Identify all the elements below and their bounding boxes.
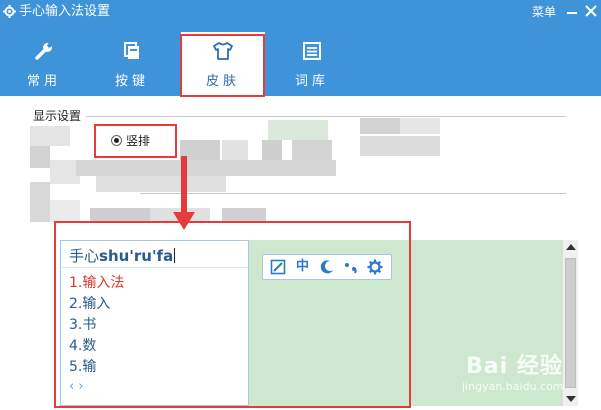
section-divider [140, 193, 566, 194]
minimize-icon[interactable] [566, 5, 578, 17]
menu-button[interactable]: 菜单 [532, 5, 556, 19]
watermark-logo-text: Bai 经验 [466, 354, 563, 379]
close-icon[interactable] [585, 5, 597, 17]
radio-highlight-annotation [94, 124, 177, 158]
watermark-url: jingyan.baidu.com [462, 380, 564, 393]
tab-label: 按键 [114, 74, 149, 89]
tab-label: 常用 [26, 74, 61, 89]
display-settings-label: 显示设置 [33, 109, 82, 123]
window-title: 手心输入法设置 [19, 4, 111, 19]
wrench-icon [35, 43, 52, 60]
tab-dictionary[interactable]: 词库 [270, 32, 354, 96]
tab-common[interactable]: 常用 [2, 32, 86, 96]
settings-window: 手心输入法设置 菜单 常用 按键 皮肤 词库 显示设置 竖排 手心shu'ru'… [0, 0, 601, 410]
group-divider [86, 116, 566, 117]
tab-keys[interactable]: 按键 [90, 32, 174, 96]
baidu-jingyan-watermark: Bai 经验 jingyan.baidu.com [458, 344, 598, 406]
title-bar: 手心输入法设置 菜单 常用 按键 皮肤 词库 [0, 0, 601, 96]
keyboard-icon [124, 42, 139, 59]
preview-highlight-annotation [54, 221, 411, 408]
skin-tab-highlight-annotation [180, 34, 265, 97]
app-gear-icon [3, 5, 16, 18]
tab-label: 词库 [294, 74, 329, 89]
scroll-up-arrow-icon[interactable] [566, 244, 576, 250]
list-icon [303, 42, 321, 60]
